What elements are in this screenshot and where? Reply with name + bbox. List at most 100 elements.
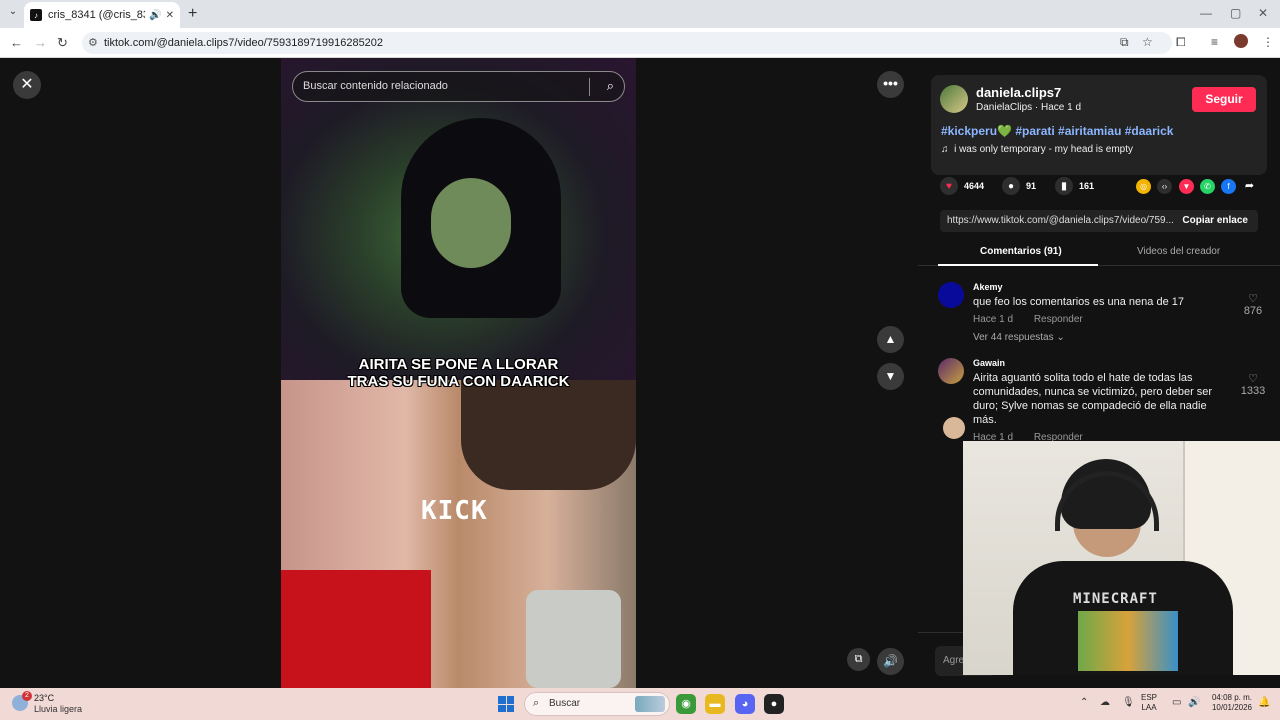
- panel-tabs: Comentarios (91) Videos del creador: [918, 242, 1280, 266]
- commenter-name[interactable]: Akemy: [973, 282, 1003, 292]
- video-caption: AIRITA SE PONE A LLORAR TRAS SU FUNA CON…: [281, 356, 636, 390]
- comment-action[interactable]: ● 91: [1002, 177, 1036, 195]
- follow-button[interactable]: Seguir: [1192, 87, 1256, 112]
- comment-like[interactable]: ♡ 1333: [1238, 372, 1268, 397]
- reload-icon[interactable]: ↻: [57, 35, 68, 51]
- tab-search-icon[interactable]: ⌄: [6, 6, 20, 20]
- clock-date: 10/01/2026: [1211, 703, 1252, 712]
- new-tab-button[interactable]: +: [188, 5, 197, 23]
- tray-app-icon[interactable]: ☁: [1100, 697, 1110, 708]
- commenter-avatar[interactable]: [938, 358, 964, 384]
- comment-like-count: 1333: [1240, 385, 1266, 397]
- webcam-shirt-text: MINECRAFT: [1073, 591, 1158, 607]
- post-hashtags[interactable]: #kickperu💚 #parati #airitamiau #daarick: [941, 124, 1173, 138]
- commenter-name[interactable]: Gawain: [973, 358, 1005, 368]
- post-music[interactable]: ♫ i was only temporary - my head is empt…: [941, 144, 1133, 155]
- lang-line-2: LAA: [1141, 703, 1157, 712]
- browser-tab-active[interactable]: ♪ cris_8341 (@cris_8341) | Tik 🔊 ✕: [24, 2, 180, 28]
- previous-video-button[interactable]: ▲: [877, 326, 904, 353]
- tray-overflow-icon[interactable]: ⌃: [1080, 697, 1088, 708]
- commenter-avatar[interactable]: [938, 282, 964, 308]
- discord-icon[interactable]: ◕: [735, 694, 755, 714]
- share-send-icon[interactable]: ▼: [1179, 179, 1194, 194]
- comment-text: que feo los comentarios es una nena de 1…: [973, 296, 1184, 308]
- video-player[interactable]: AIRITA SE PONE A LLORAR TRAS SU FUNA CON…: [281, 58, 636, 688]
- back-arrow-icon[interactable]: ←: [10, 35, 23, 50]
- audio-playing-icon[interactable]: 🔊: [149, 10, 161, 21]
- window-close-icon[interactable]: ✕: [1258, 6, 1268, 20]
- facebook-icon[interactable]: f: [1221, 179, 1236, 194]
- creator-avatar[interactable]: [940, 85, 968, 113]
- search-highlight-image: [635, 696, 665, 712]
- profile-avatar[interactable]: [1234, 34, 1248, 48]
- post-actions: ♥ 4644 ● 91 ▮ 161 ◎ ‹› ▼ ✆ f ➦: [940, 177, 1260, 199]
- network-icon[interactable]: ▭: [1172, 697, 1181, 708]
- video-link-field[interactable]: https://www.tiktok.com/@daniela.clips7/v…: [940, 210, 1258, 232]
- webcam-overlay: MINECRAFT: [963, 441, 1280, 675]
- notification-bell-icon[interactable]: 🔔: [1258, 697, 1270, 708]
- reply-button[interactable]: Responder: [1034, 314, 1083, 325]
- creator-username[interactable]: daniela.clips7: [976, 85, 1061, 100]
- comment-text: Airita aguantó solita todo el hate de to…: [973, 372, 1213, 426]
- hashtags-rest[interactable]: #parati #airitamiau #daarick: [1015, 124, 1173, 138]
- comment-heart-icon[interactable]: ♡: [1238, 292, 1268, 305]
- post-info-card: daniela.clips7 DanielaClips · Hace 1 d S…: [931, 75, 1267, 175]
- view-replies-button[interactable]: Ver 44 respuestas ⌄: [973, 332, 1065, 343]
- install-app-icon[interactable]: ⧉: [1120, 35, 1129, 50]
- extensions-icon[interactable]: ⧠: [1176, 35, 1186, 50]
- system-clock[interactable]: 04:08 p. m. 10/01/2026: [1206, 693, 1252, 713]
- site-info-icon[interactable]: ⚙: [88, 36, 98, 49]
- media-control-icon[interactable]: ≡: [1211, 35, 1218, 49]
- copy-link-button[interactable]: Copiar enlace: [1182, 215, 1248, 226]
- video-phone: [526, 590, 621, 688]
- speaker-icon[interactable]: 🔊: [1188, 697, 1200, 708]
- comment-like[interactable]: ♡ 876: [1238, 292, 1268, 317]
- next-video-button[interactable]: ▼: [877, 363, 904, 390]
- tab-close-icon[interactable]: ✕: [166, 10, 174, 21]
- embed-code-icon[interactable]: ‹›: [1157, 179, 1172, 194]
- obs-icon[interactable]: ●: [764, 694, 784, 714]
- active-tab-underline: [938, 264, 1098, 266]
- search-icon[interactable]: ⌕: [607, 78, 614, 94]
- volume-button[interactable]: 🔊: [877, 648, 904, 675]
- tab-comments[interactable]: Comentarios (91): [980, 246, 1062, 257]
- taskbar-search[interactable]: ⌕ Buscar: [524, 692, 670, 716]
- video-top-frame: [281, 58, 636, 380]
- like-action[interactable]: ♥ 4644: [940, 177, 984, 195]
- hashtag-kickperu[interactable]: #kickperu: [941, 124, 997, 138]
- comment-heart-icon[interactable]: ♡: [1238, 372, 1268, 385]
- weather-temp: 23°C: [34, 693, 55, 703]
- windows-start-icon[interactable]: [498, 696, 514, 712]
- floating-player-button[interactable]: ⧉: [847, 648, 870, 671]
- taskbar-search-label: Buscar: [549, 698, 581, 709]
- bookmark-star-icon[interactable]: ☆: [1142, 35, 1153, 49]
- windows-taskbar: 2 23°C Lluvia ligera ⌕ Buscar ◉ ▬ ◕ ● ⌃ …: [0, 688, 1280, 720]
- chrome-icon[interactable]: ◉: [676, 694, 696, 714]
- video-bottom-frame: [281, 380, 636, 688]
- commenter-avatar[interactable]: [943, 417, 965, 439]
- more-options-button[interactable]: •••: [877, 71, 904, 98]
- related-search-input[interactable]: Buscar contenido relacionado ⌕: [292, 71, 625, 102]
- creator-subline: DanielaClips · Hace 1 d: [976, 102, 1082, 113]
- language-indicator[interactable]: ESP LAA: [1141, 693, 1157, 713]
- save-action[interactable]: ▮ 161: [1055, 177, 1094, 195]
- address-toolbar: ← → ↻ ⚙ tiktok.com/@daniela.clips7/video…: [0, 28, 1280, 58]
- whatsapp-icon[interactable]: ✆: [1200, 179, 1215, 194]
- share-arrow-icon[interactable]: ➦: [1242, 179, 1257, 194]
- file-explorer-icon[interactable]: ▬: [705, 694, 725, 714]
- share-coin-icon[interactable]: ◎: [1136, 179, 1151, 194]
- browser-menu-icon[interactable]: ⋮: [1262, 35, 1274, 49]
- url-text: tiktok.com/@daniela.clips7/video/7593189…: [104, 37, 384, 49]
- comment-bubble-icon: ●: [1002, 177, 1020, 195]
- close-video-button[interactable]: ✕: [13, 71, 41, 99]
- browser-tabstrip: ⌄ ♪ cris_8341 (@cris_8341) | Tik 🔊 ✕ + —…: [0, 0, 1280, 28]
- maximize-icon[interactable]: ▢: [1230, 6, 1241, 20]
- kick-overlay-text: KICK: [421, 496, 488, 526]
- minimize-icon[interactable]: —: [1200, 6, 1212, 20]
- url-bar[interactable]: ⚙ tiktok.com/@daniela.clips7/video/75931…: [82, 32, 1172, 54]
- tab-creator-videos[interactable]: Videos del creador: [1137, 246, 1220, 257]
- tab-title: cris_8341 (@cris_8341) | Tik: [48, 9, 145, 21]
- weather-desc: Lluvia ligera: [34, 704, 83, 714]
- forward-arrow-icon[interactable]: →: [34, 35, 47, 50]
- microphone-icon[interactable]: 🎙: [1122, 697, 1135, 708]
